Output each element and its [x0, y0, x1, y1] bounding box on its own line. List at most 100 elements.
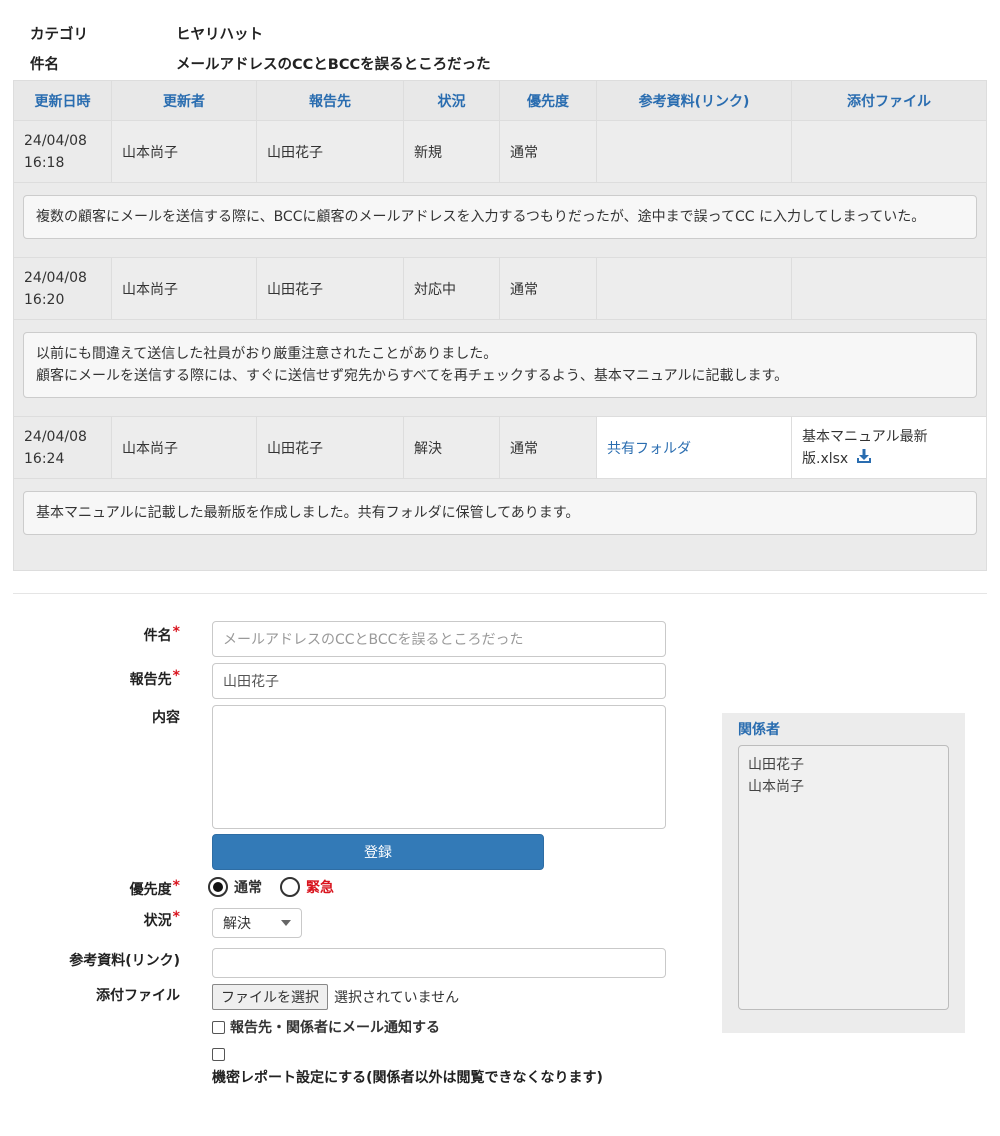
- status-field-label: 状況*: [0, 909, 180, 930]
- reference-link-input[interactable]: [212, 948, 666, 978]
- priority-field-label-text: 優先度: [129, 882, 172, 898]
- history-table: 更新日時 更新者 報告先 状況 優先度 参考資料(リンク) 添付ファイル 24/…: [13, 80, 987, 571]
- no-file-text: 選択されていません: [334, 990, 460, 1006]
- col-attachment: 添付ファイル: [847, 93, 931, 110]
- table-row: 24/04/08 16:24 山本尚子 山田花子 解決 通常 共有フォルダ 基本マ…: [14, 417, 986, 479]
- content-field-label: 内容: [152, 710, 180, 726]
- shared-folder-link[interactable]: 共有フォルダ: [597, 417, 792, 478]
- col-priority: 優先度: [500, 81, 597, 120]
- subject-field-label: 件名*: [0, 624, 180, 645]
- comment-line: 顧客にメールを送信する際には、すぐに送信せず宛先からすべてを再チェックするよう、…: [36, 368, 789, 384]
- time-text: 16:18: [24, 154, 65, 171]
- col-reference-link: 参考資料(リンク): [597, 81, 792, 120]
- link-cell: [597, 258, 792, 319]
- attachment-filename-line1: 基本マニュアル最新: [802, 428, 928, 445]
- comment-text: 以前にも間違えて送信した社員がおり厳重注意されたことがありました。 顧客にメール…: [23, 332, 977, 398]
- attachment-cell: [792, 121, 986, 182]
- status-cell: 対応中: [404, 258, 500, 319]
- category-value: ヒヤリハット: [176, 26, 263, 43]
- col-status: 状況: [404, 81, 500, 120]
- comment-row: 基本マニュアルに記載した最新版を作成しました。共有フォルダに保管してあります。: [14, 479, 986, 553]
- related-persons-title: 関係者: [738, 722, 780, 738]
- subject-value: メールアドレスのCCとBCCを誤るところだった: [176, 56, 491, 73]
- col-reporter: 報告先: [257, 81, 404, 120]
- choose-file-button[interactable]: ファイルを選択: [212, 984, 328, 1010]
- table-row: 24/04/08 16:20 山本尚子 山田花子 対応中 通常: [14, 258, 986, 320]
- list-item: 山田花子: [748, 757, 804, 773]
- report-meta: カテゴリ ヒヤリハット 件名 メールアドレスのCCとBCCを誤るところだった: [30, 18, 491, 78]
- related-persons-panel: 関係者 山田花子 山本尚子: [722, 713, 965, 1033]
- reporter-cell: 山田花子: [257, 121, 404, 182]
- comment-row: 以前にも間違えて送信した社員がおり厳重注意されたことがありました。 顧客にメール…: [14, 320, 986, 417]
- attachment-cell: 基本マニュアル最新 版.xlsx: [792, 417, 986, 478]
- col-updater: 更新者: [112, 81, 257, 120]
- updated-at-cell: 24/04/08 16:18: [14, 121, 112, 182]
- download-icon[interactable]: [856, 448, 871, 470]
- priority-normal-radio[interactable]: [208, 877, 228, 897]
- status-field-label-text: 状況: [143, 913, 172, 929]
- notify-row: 報告先・関係者にメール通知する: [212, 1017, 440, 1037]
- date-text: 24/04/08: [24, 428, 87, 445]
- link-cell: [597, 121, 792, 182]
- status-select[interactable]: 解決: [212, 908, 302, 938]
- comment-text: 基本マニュアルに記載した最新版を作成しました。共有フォルダに保管してあります。: [23, 491, 977, 535]
- required-mark: *: [172, 624, 180, 640]
- attachment-cell: [792, 258, 986, 319]
- required-mark: *: [172, 668, 180, 684]
- notify-label[interactable]: 報告先・関係者にメール通知する: [230, 1017, 440, 1037]
- updater-cell: 山本尚子: [112, 417, 257, 478]
- date-text: 24/04/08: [24, 269, 87, 286]
- subject-input[interactable]: メールアドレスのCCとBCCを誤るところだった: [212, 621, 666, 657]
- status-cell: 解決: [404, 417, 500, 478]
- category-row: カテゴリ ヒヤリハット: [30, 18, 491, 48]
- table-row: 24/04/08 16:18 山本尚子 山田花子 新規 通常: [14, 121, 986, 183]
- history-header-row: 更新日時 更新者 報告先 状況 優先度 参考資料(リンク) 添付ファイル: [14, 81, 986, 121]
- comment-line: 以前にも間違えて送信した社員がおり厳重注意されたことがありました。: [36, 346, 498, 362]
- confidential-label[interactable]: 機密レポート設定にする(関係者以外は閲覧できなくなります): [212, 1067, 607, 1089]
- col-updated-at: 更新日時: [14, 81, 112, 120]
- reporter-field-label: 報告先*: [0, 668, 180, 689]
- notify-checkbox[interactable]: [212, 1020, 225, 1034]
- reporter-cell: 山田花子: [257, 258, 404, 319]
- time-text: 16:20: [24, 291, 65, 308]
- list-item: 山本尚子: [748, 779, 804, 795]
- priority-urgent-radio[interactable]: [280, 877, 300, 897]
- priority-urgent-label[interactable]: 緊急: [306, 877, 334, 897]
- updated-at-cell: 24/04/08 16:24: [14, 417, 112, 478]
- comment-row: 複数の顧客にメールを送信する際に、BCCに顧客のメールアドレスを入力するつもりだ…: [14, 183, 986, 258]
- status-cell: 新規: [404, 121, 500, 182]
- related-persons-list[interactable]: 山田花子 山本尚子: [738, 745, 949, 1010]
- comment-text: 複数の顧客にメールを送信する際に、BCCに顧客のメールアドレスを入力するつもりだ…: [23, 195, 977, 239]
- updater-cell: 山本尚子: [112, 121, 257, 182]
- subject-label: 件名: [30, 56, 59, 73]
- confidential-checkbox[interactable]: [212, 1048, 225, 1061]
- date-text: 24/04/08: [24, 132, 87, 149]
- priority-cell: 通常: [500, 121, 597, 182]
- required-mark: *: [172, 909, 180, 925]
- attachment-field-label: 添付ファイル: [96, 988, 180, 1004]
- chevron-down-icon: [281, 920, 291, 926]
- updated-at-cell: 24/04/08 16:20: [14, 258, 112, 319]
- priority-cell: 通常: [500, 258, 597, 319]
- time-text: 16:24: [24, 450, 65, 467]
- register-button[interactable]: 登録: [212, 834, 544, 870]
- category-label: カテゴリ: [30, 26, 88, 43]
- priority-radio-group: 通常 緊急: [208, 877, 334, 897]
- updater-cell: 山本尚子: [112, 258, 257, 319]
- reporter-cell: 山田花子: [257, 417, 404, 478]
- link-field-label: 参考資料(リンク): [69, 953, 180, 969]
- file-picker: ファイルを選択 選択されていません: [212, 984, 459, 1010]
- priority-normal-label[interactable]: 通常: [234, 877, 262, 897]
- priority-field-label: 優先度*: [0, 878, 180, 899]
- section-divider: [13, 593, 987, 594]
- required-mark: *: [172, 878, 180, 894]
- content-textarea[interactable]: [212, 705, 666, 829]
- subject-row: 件名 メールアドレスのCCとBCCを誤るところだった: [30, 48, 491, 78]
- subject-field-label-text: 件名: [143, 628, 172, 644]
- attachment-filename-line2: 版.xlsx: [802, 450, 849, 467]
- confidential-row: [212, 1048, 230, 1061]
- priority-cell: 通常: [500, 417, 597, 478]
- reporter-field-label-text: 報告先: [129, 672, 172, 688]
- status-select-value: 解決: [223, 916, 251, 932]
- reporter-input[interactable]: 山田花子: [212, 663, 666, 699]
